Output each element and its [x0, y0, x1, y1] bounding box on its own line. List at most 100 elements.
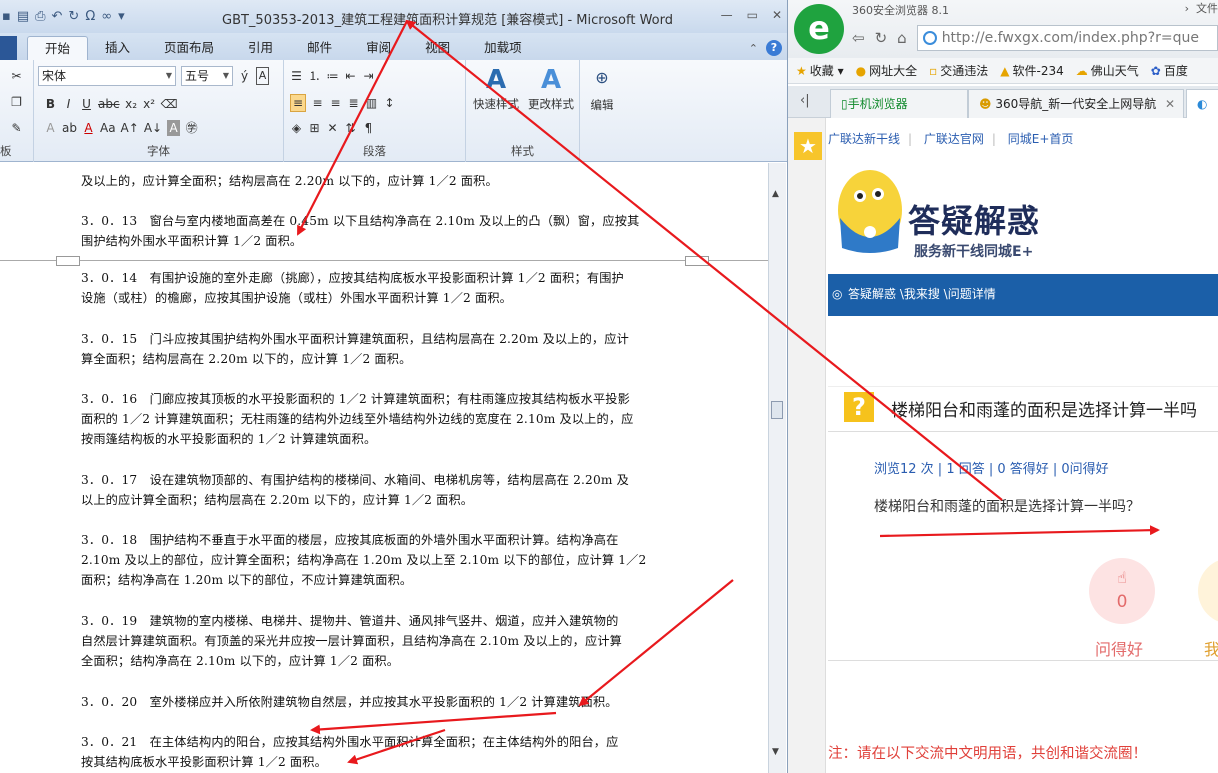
text-effects-icon[interactable]: A — [44, 120, 57, 136]
distributed-icon[interactable]: ▥ — [365, 95, 378, 111]
show-marks-icon[interactable]: ¶ — [362, 120, 375, 136]
upvote-button[interactable]: ☝ 0 — [1089, 558, 1155, 624]
tab-home[interactable]: 开始 — [27, 36, 89, 60]
strikethrough-icon[interactable]: abc — [98, 96, 120, 112]
tab-active[interactable]: ◐ — [1186, 89, 1218, 118]
tab-mailings[interactable]: 邮件 — [290, 36, 349, 60]
document-area[interactable]: 及以上的，应计算全面积；结构层高在 2.20m 以下的，应计算 1／2 面积。 … — [0, 163, 768, 773]
save-icon[interactable]: ▪ — [2, 10, 11, 23]
line-spacing-icon[interactable]: ↕ — [383, 95, 396, 111]
highlight-icon[interactable]: ab — [62, 120, 77, 136]
paragraph-group-label: 段落 — [363, 144, 386, 158]
minimize-icon[interactable]: — — [721, 8, 733, 22]
binoculars-icon: ⊕ — [595, 68, 609, 87]
phonetic-guide-icon[interactable]: ý — [238, 68, 251, 84]
numbering-icon[interactable]: ⒈ — [308, 68, 321, 84]
url-bar[interactable]: http://e.fwxgx.com/index.php?r=que — [916, 25, 1218, 51]
font-size-select[interactable]: 五号 ▼ — [181, 66, 233, 86]
decrease-indent-icon[interactable]: ⇤ — [344, 68, 357, 84]
bookmark-weather[interactable]: ☁ 佛山天气 — [1076, 62, 1139, 79]
tab-mobile-browser[interactable]: ▯手机浏览器 — [830, 89, 968, 118]
font-name-select[interactable]: 宋体 ▼ — [38, 66, 176, 86]
char-shading-icon[interactable]: A — [167, 120, 181, 136]
chinese-layout-icon[interactable]: ✕ — [326, 120, 339, 136]
link-tongcheng-home[interactable]: 同城E+首页 — [1008, 132, 1074, 146]
bullets-icon[interactable]: ☰ — [290, 68, 303, 84]
open-icon[interactable]: ▤ — [17, 10, 29, 23]
align-right-icon[interactable]: ≡ — [329, 95, 342, 111]
close-tab-icon[interactable]: ✕ — [1165, 90, 1175, 118]
bookmark-site-directory[interactable]: ● 网址大全 — [856, 62, 918, 79]
multilevel-list-icon[interactable]: ≔ — [326, 68, 339, 84]
bold-icon[interactable]: B — [44, 96, 57, 112]
file-menu[interactable]: › 文件 — [1185, 0, 1218, 16]
char-border-icon[interactable]: A — [256, 67, 269, 85]
font-color-icon[interactable]: A — [82, 120, 95, 136]
superscript-icon[interactable]: x² — [143, 96, 156, 112]
underline-icon[interactable]: U — [80, 96, 93, 112]
undo-icon[interactable]: ↶ — [52, 10, 63, 23]
sort-icon[interactable]: ⇅ — [344, 120, 357, 136]
vertical-scrollbar[interactable]: ▲ ▼ — [768, 163, 786, 773]
change-case-icon[interactable]: Aa — [100, 120, 116, 136]
redo-icon[interactable]: ↻ — [68, 10, 79, 23]
cut-icon[interactable]: ✂ — [10, 68, 23, 84]
clear-format-icon[interactable]: ⌫ — [161, 96, 178, 112]
back-icon[interactable]: ⇦ — [852, 29, 865, 47]
bookmark-baidu[interactable]: ✿ 百度 — [1151, 62, 1188, 79]
shading-icon[interactable]: ◈ — [290, 120, 303, 136]
tab-view[interactable]: 视图 — [408, 36, 467, 60]
quick-styles-button[interactable]: A 快速样式 — [470, 64, 522, 112]
change-styles-button[interactable]: A 更改样式 — [522, 64, 580, 112]
grow-font-icon[interactable]: A↑ — [121, 120, 139, 136]
close-icon[interactable]: ✕ — [772, 8, 782, 22]
minimize-ribbon-icon[interactable]: ⌃ — [749, 42, 758, 55]
scroll-thumb[interactable] — [771, 401, 783, 419]
borders-icon[interactable]: ⊞ — [308, 120, 321, 136]
align-left-icon[interactable]: ≡ — [290, 94, 307, 112]
breadcrumb-text[interactable]: 答疑解惑 \我来搜 \问题详情 — [848, 287, 996, 301]
tab-page-layout[interactable]: 页面布局 — [147, 36, 231, 60]
paragraph-3-0-16: 3．0．16 门廊应按其顶板的水平投影面积的 1／2 计算建筑面积；有柱雨篷应按… — [81, 392, 634, 446]
browser-toolbar: e 360安全浏览器 8.1 › 文件 ⇦ ↻ ⌂ http://e.fwxgx… — [788, 0, 1218, 58]
link-glodon-official[interactable]: 广联达官网 — [924, 132, 984, 146]
file-tab[interactable] — [0, 36, 17, 60]
tab-addins[interactable]: 加载项 — [467, 36, 539, 60]
editing-button[interactable]: ⊕ 编辑 — [582, 68, 622, 113]
align-center-icon[interactable]: ≡ — [311, 95, 324, 111]
vote-label: 问得好 — [1095, 640, 1144, 659]
print-icon[interactable]: ⎙ — [35, 10, 45, 23]
italic-icon[interactable]: I — [62, 96, 75, 112]
favorites-star-icon[interactable]: ★ — [794, 132, 822, 160]
bookmark-software[interactable]: ▲ 软件-234 — [1000, 62, 1063, 79]
increase-indent-icon[interactable]: ⇥ — [362, 68, 375, 84]
tab-insert[interactable]: 插入 — [88, 36, 147, 60]
scroll-down-icon[interactable]: ▼ — [772, 747, 779, 757]
justify-icon[interactable]: ≣ — [347, 95, 360, 111]
link-glodon-new[interactable]: 广联达新干线 — [828, 132, 900, 146]
copy-icon[interactable]: ❐ — [10, 94, 23, 110]
help-icon[interactable]: ? — [766, 40, 782, 56]
enclose-char-icon[interactable]: ㊫ — [185, 120, 198, 136]
refresh-icon[interactable]: ↻ — [875, 29, 888, 47]
tab-360-nav[interactable]: ☻ 360导航_新一代安全上网导航 ✕ — [968, 89, 1184, 118]
scroll-up-icon[interactable]: ▲ — [772, 189, 779, 199]
bookmark-favorites[interactable]: ★ 收藏 ▾ — [796, 62, 844, 79]
tab-references[interactable]: 引用 — [231, 36, 290, 60]
vote-count: 0 — [1116, 592, 1128, 612]
tab-review[interactable]: 审阅 — [349, 36, 408, 60]
paragraph-3-0-19: 3．0．19 建筑物的室内楼梯、电梯井、提物井、管道井、通风排气竖井、烟道，应并… — [81, 614, 622, 668]
subscript-icon[interactable]: x₂ — [125, 96, 138, 112]
bookmark-traffic[interactable]: ▫ 交通违法 — [929, 62, 988, 79]
chevron-right-icon: › — [1184, 2, 1196, 15]
home-icon[interactable]: ⌂ — [897, 29, 907, 47]
shrink-font-icon[interactable]: A↓ — [144, 120, 162, 136]
maximize-icon[interactable]: ▭ — [747, 8, 758, 22]
tab-scroll-left-icon[interactable]: ‹| — [800, 93, 810, 108]
equation-icon[interactable]: ∞ — [101, 10, 112, 23]
breadcrumb: ◎ 答疑解惑 \我来搜 \问题详情 — [828, 274, 1218, 316]
customize-toolbar-icon[interactable]: ▾ — [118, 10, 125, 23]
answer-button[interactable] — [1198, 558, 1218, 624]
format-painter-icon[interactable]: ✎ — [10, 120, 23, 136]
symbol-icon[interactable]: Ω — [85, 10, 95, 23]
